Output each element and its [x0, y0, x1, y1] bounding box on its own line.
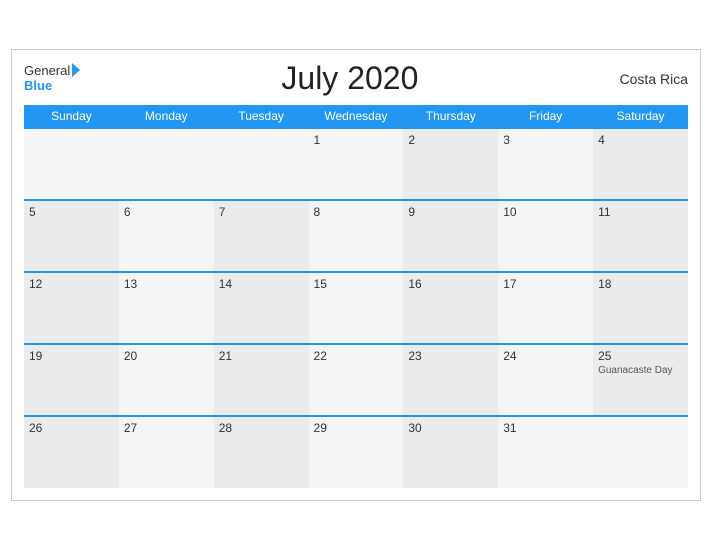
calendar-cell: 5	[24, 200, 119, 272]
logo-general-text: General	[24, 64, 70, 78]
calendar-cell: 12	[24, 272, 119, 344]
day-number: 13	[124, 277, 209, 291]
calendar-cell: 6	[119, 200, 214, 272]
day-number: 17	[503, 277, 588, 291]
calendar-header: General Blue July 2020 Costa Rica	[24, 60, 688, 97]
day-number: 31	[503, 421, 588, 435]
calendar-cell: 17	[498, 272, 593, 344]
calendar-cell: 15	[309, 272, 404, 344]
day-number: 8	[314, 205, 399, 219]
holiday-label: Guanacaste Day	[598, 365, 683, 377]
calendar-cell: 24	[498, 344, 593, 416]
day-number: 12	[29, 277, 114, 291]
day-number: 2	[408, 133, 493, 147]
calendar-cell: 26	[24, 416, 119, 488]
day-number: 3	[503, 133, 588, 147]
weekday-friday: Friday	[498, 105, 593, 128]
calendar-table: SundayMondayTuesdayWednesdayThursdayFrid…	[24, 105, 688, 488]
calendar-cell	[214, 128, 309, 200]
day-number: 18	[598, 277, 683, 291]
day-number: 27	[124, 421, 209, 435]
country-label: Costa Rica	[620, 71, 688, 87]
calendar-cell: 21	[214, 344, 309, 416]
calendar-container: General Blue July 2020 Costa Rica Sunday…	[11, 49, 701, 501]
day-number: 21	[219, 349, 304, 363]
calendar-cell: 2	[403, 128, 498, 200]
calendar-cell: 11	[593, 200, 688, 272]
calendar-cell: 18	[593, 272, 688, 344]
calendar-cell: 1	[309, 128, 404, 200]
week-row-4: 19 20 21 22 23 24 25 Guanacaste Day	[24, 344, 688, 416]
calendar-cell: 20	[119, 344, 214, 416]
calendar-title: July 2020	[80, 60, 619, 97]
day-number: 4	[598, 133, 683, 147]
week-row-1: 1234	[24, 128, 688, 200]
calendar-cell	[119, 128, 214, 200]
day-number: 1	[314, 133, 399, 147]
day-number: 7	[219, 205, 304, 219]
calendar-cell: 19	[24, 344, 119, 416]
weekday-sunday: Sunday	[24, 105, 119, 128]
week-row-5: 26 27 28 29 30 31	[24, 416, 688, 488]
day-number: 15	[314, 277, 399, 291]
day-number: 14	[219, 277, 304, 291]
calendar-cell: 4	[593, 128, 688, 200]
calendar-cell: 13	[119, 272, 214, 344]
weekday-tuesday: Tuesday	[214, 105, 309, 128]
calendar-cell	[24, 128, 119, 200]
calendar-cell: 25 Guanacaste Day	[593, 344, 688, 416]
day-number: 23	[408, 349, 493, 363]
logo-blue-text: Blue	[24, 78, 52, 93]
day-number: 9	[408, 205, 493, 219]
calendar-cell: 3	[498, 128, 593, 200]
calendar-cell: 23	[403, 344, 498, 416]
day-number: 10	[503, 205, 588, 219]
weekday-thursday: Thursday	[403, 105, 498, 128]
calendar-cell: 22	[309, 344, 404, 416]
calendar-cell: 28	[214, 416, 309, 488]
calendar-cell: 14	[214, 272, 309, 344]
calendar-cell: 7	[214, 200, 309, 272]
day-number: 26	[29, 421, 114, 435]
weekday-wednesday: Wednesday	[309, 105, 404, 128]
calendar-cell	[593, 416, 688, 488]
day-number: 19	[29, 349, 114, 363]
calendar-cell: 29	[309, 416, 404, 488]
weekday-monday: Monday	[119, 105, 214, 128]
logo: General Blue	[24, 64, 80, 93]
weekday-header-row: SundayMondayTuesdayWednesdayThursdayFrid…	[24, 105, 688, 128]
calendar-cell: 27	[119, 416, 214, 488]
calendar-cell: 30	[403, 416, 498, 488]
day-number: 28	[219, 421, 304, 435]
day-number: 25	[598, 349, 683, 363]
calendar-cell: 16	[403, 272, 498, 344]
day-number: 5	[29, 205, 114, 219]
day-number: 30	[408, 421, 493, 435]
day-number: 6	[124, 205, 209, 219]
day-number: 20	[124, 349, 209, 363]
weekday-saturday: Saturday	[593, 105, 688, 128]
day-number: 22	[314, 349, 399, 363]
day-number: 16	[408, 277, 493, 291]
day-number: 29	[314, 421, 399, 435]
day-number: 24	[503, 349, 588, 363]
calendar-cell: 8	[309, 200, 404, 272]
week-row-3: 12 13 14 15 16 17 18	[24, 272, 688, 344]
week-row-2: 56789 10 11	[24, 200, 688, 272]
day-number: 11	[598, 205, 683, 219]
calendar-cell: 31	[498, 416, 593, 488]
calendar-cell: 10	[498, 200, 593, 272]
logo-triangle-icon	[72, 63, 80, 77]
calendar-cell: 9	[403, 200, 498, 272]
